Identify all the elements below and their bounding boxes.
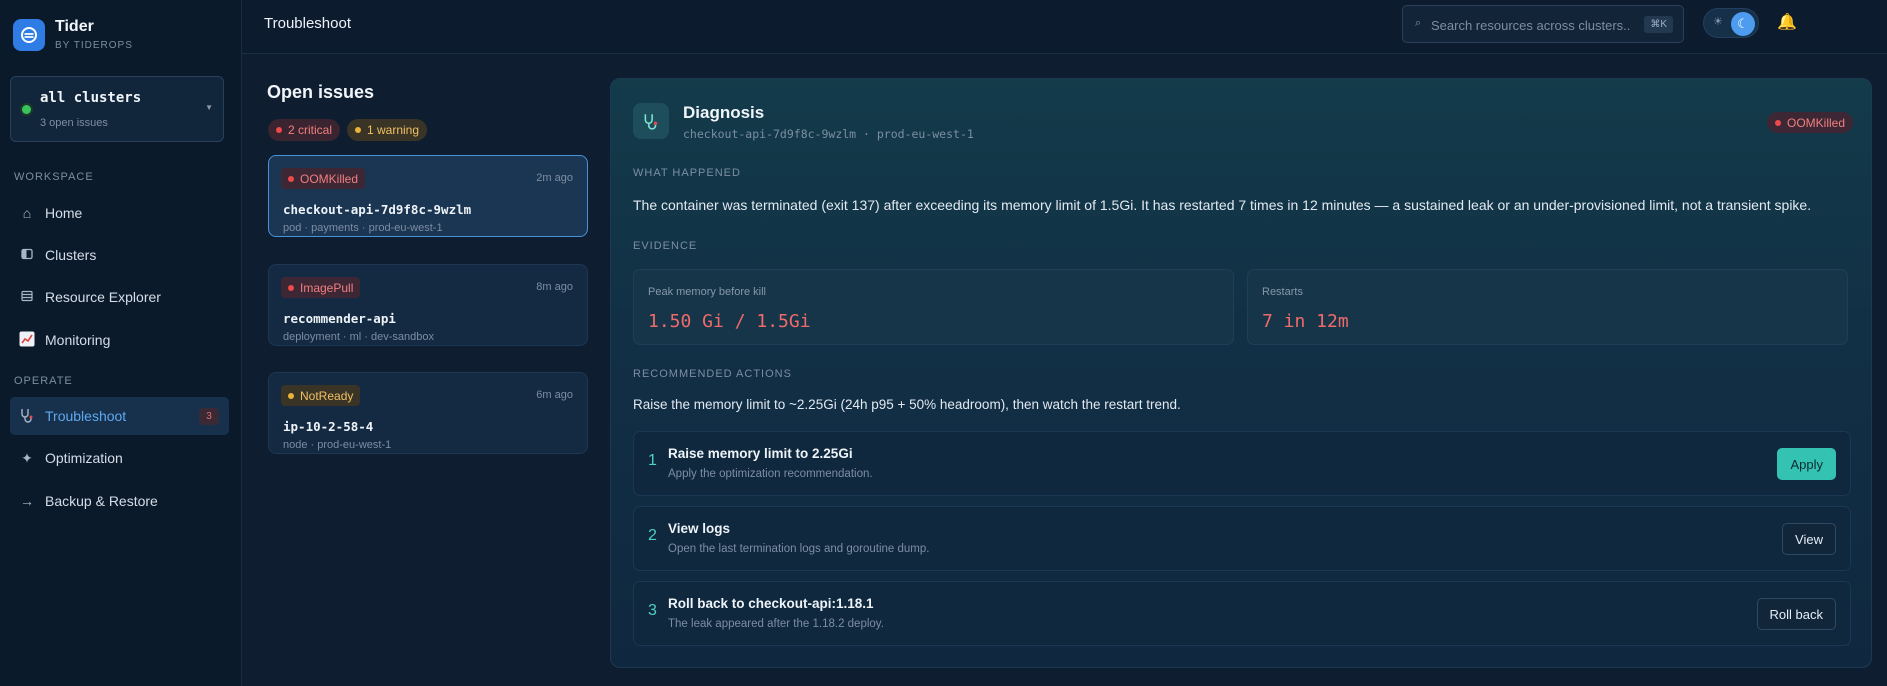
evidence-label-text: Restarts [1262,286,1303,298]
moon-icon[interactable]: ☾ [1731,12,1755,36]
sidebar-item-optimization[interactable]: ✦ Optimization [10,439,229,477]
action-title: Raise memory limit to 2.25Gi [668,446,853,461]
sidebar-item-label: Home [45,205,83,221]
page-title: Troubleshoot [264,15,351,32]
recommended-actions-label: RECOMMENDED ACTIONS [633,368,792,380]
issue-meta: node · prod-eu-west-1 [283,439,392,451]
brand[interactable]: Tider BY TIDEROPS [13,18,133,51]
action-subtitle: Open the last termination logs and gorou… [668,543,930,555]
sidebar: Tider BY TIDEROPS all clusters 3 open is… [0,0,242,686]
evidence-value: 7 in 12m [1262,311,1349,332]
bell-icon[interactable]: 🔔 [1777,12,1797,32]
chart-icon [16,331,38,350]
troubleshoot-count-badge: 3 [199,407,219,425]
shortcut-hint: ⌘K [1644,16,1673,33]
diagnosis-panel: Diagnosis checkout-api-7d9f8c-9wzlm · pr… [610,78,1872,668]
issue-card[interactable]: ImagePull 8m ago recommender-api deploym… [268,264,588,346]
issue-card[interactable]: NotReady 6m ago ip-10-2-58-4 node · prod… [268,372,588,454]
action-number: 1 [648,452,657,469]
apply-button[interactable]: Apply [1777,448,1836,480]
tider-logo-icon [13,18,45,51]
open-issues-title: Open issues [267,82,375,102]
warning-chip-label: 1 warning [367,123,420,137]
critical-chip-label: 2 critical [288,123,333,137]
home-icon: ⌂ [22,205,32,221]
sidebar-item-label: Optimization [45,450,123,466]
view-logs-button[interactable]: View [1782,523,1836,555]
evidence-value: 1.50 Gi / 1.5Gi [648,311,811,332]
theme-toggle[interactable]: ☀ ☾ [1703,8,1759,38]
cluster-status-dot [22,105,31,114]
chevron-down-icon: ▼ [205,103,213,112]
action-title: View logs [668,521,731,536]
sidebar-item-backup-restore[interactable]: → Backup & Restore [10,482,229,520]
roll-back-button[interactable]: Roll back [1756,598,1836,630]
sun-icon[interactable]: ☀ [1713,15,1723,28]
diagnosis-subtitle: checkout-api-7d9f8c-9wzlm · prod-eu-west… [683,127,974,141]
stethoscope-icon [16,407,38,426]
search-input[interactable] [1431,15,1631,35]
stethoscope-icon [633,103,669,139]
action-row: 2 View logs Open the last termination lo… [633,506,1851,571]
operate-section-label: OPERATE [14,375,73,387]
action-number: 2 [648,527,657,544]
evidence-card-restarts: Restarts 7 in 12m [1247,269,1848,345]
brand-name: Tider [55,18,94,35]
sidebar-item-label: Backup & Restore [45,493,158,509]
diagnosis-title: Diagnosis [683,103,765,122]
search-box[interactable]: ⌕ ⌘K [1402,5,1684,43]
list-icon [16,289,38,305]
cluster-name: all clusters [40,90,142,106]
issue-status-tag: NotReady [281,385,361,406]
what-happened-label: WHAT HAPPENED [633,167,741,179]
evidence-label-text: Peak memory before kill [648,286,766,298]
issue-meta: pod · payments · prod-eu-west-1 [283,222,443,234]
evidence-card-memory: Peak memory before kill 1.50 Gi / 1.5Gi [633,269,1234,345]
issue-status-tag: ImagePull [281,277,361,298]
issue-time: 2m ago [536,172,573,184]
evidence-label: EVIDENCE [633,240,698,252]
issue-meta: deployment · ml · dev-sandbox [283,331,435,343]
sidebar-item-clusters[interactable]: Clusters [10,236,229,274]
sparkle-icon: ✦ [21,449,33,466]
issue-resource-name: recommender-api [283,311,396,326]
action-number: 3 [648,602,657,619]
warning-dot [355,127,361,133]
action-subtitle: Apply the optimization recommendation. [668,468,873,480]
diagnosis-status-tag: OOMKilled [1766,112,1853,133]
warning-filter-chip[interactable]: 1 warning [347,119,428,141]
search-icon: ⌕ [1415,17,1422,29]
sidebar-item-monitoring[interactable]: Monitoring [10,321,229,359]
sidebar-item-troubleshoot[interactable]: Troubleshoot 3 [10,397,229,435]
sidebar-item-home[interactable]: ⌂ Home [10,194,229,232]
issue-time: 6m ago [536,389,573,401]
brand-sub: BY TIDEROPS [55,40,133,51]
recommendation-text: Raise the memory limit to ~2.25Gi (24h p… [633,397,1181,412]
issue-time: 8m ago [536,281,573,293]
cluster-selector[interactable]: all clusters 3 open issues ▼ [10,76,224,142]
critical-dot [276,127,282,133]
workspace-section-label: WORKSPACE [14,171,94,183]
action-subtitle: The leak appeared after the 1.18.2 deplo… [668,618,884,630]
top-header: Troubleshoot ⌕ ⌘K ☀ ☾ 🔔 [242,0,1887,54]
action-title: Roll back to checkout-api:1.18.1 [668,596,874,611]
sidebar-item-label: Monitoring [45,332,111,348]
critical-filter-chip[interactable]: 2 critical [268,119,341,141]
arrow-right-icon: → [20,493,34,509]
sidebar-item-label: Resource Explorer [45,289,161,305]
action-row: 3 Roll back to checkout-api:1.18.1 The l… [633,581,1851,646]
sidebar-item-label: Clusters [45,247,97,263]
cluster-issue-count: 3 open issues [40,117,108,129]
issue-card[interactable]: OOMKilled 2m ago checkout-api-7d9f8c-9wz… [268,155,588,237]
sidebar-item-resource-explorer[interactable]: Resource Explorer [10,278,229,316]
clusters-icon [16,247,38,263]
what-happened-text: The container was terminated (exit 137) … [633,197,1812,213]
issue-resource-name: ip-10-2-58-4 [283,419,374,434]
action-row: 1 Raise memory limit to 2.25Gi Apply the… [633,431,1851,496]
sidebar-item-label: Troubleshoot [45,408,127,424]
issue-resource-name: checkout-api-7d9f8c-9wzlm [283,202,472,217]
issue-status-tag: OOMKilled [281,168,366,189]
